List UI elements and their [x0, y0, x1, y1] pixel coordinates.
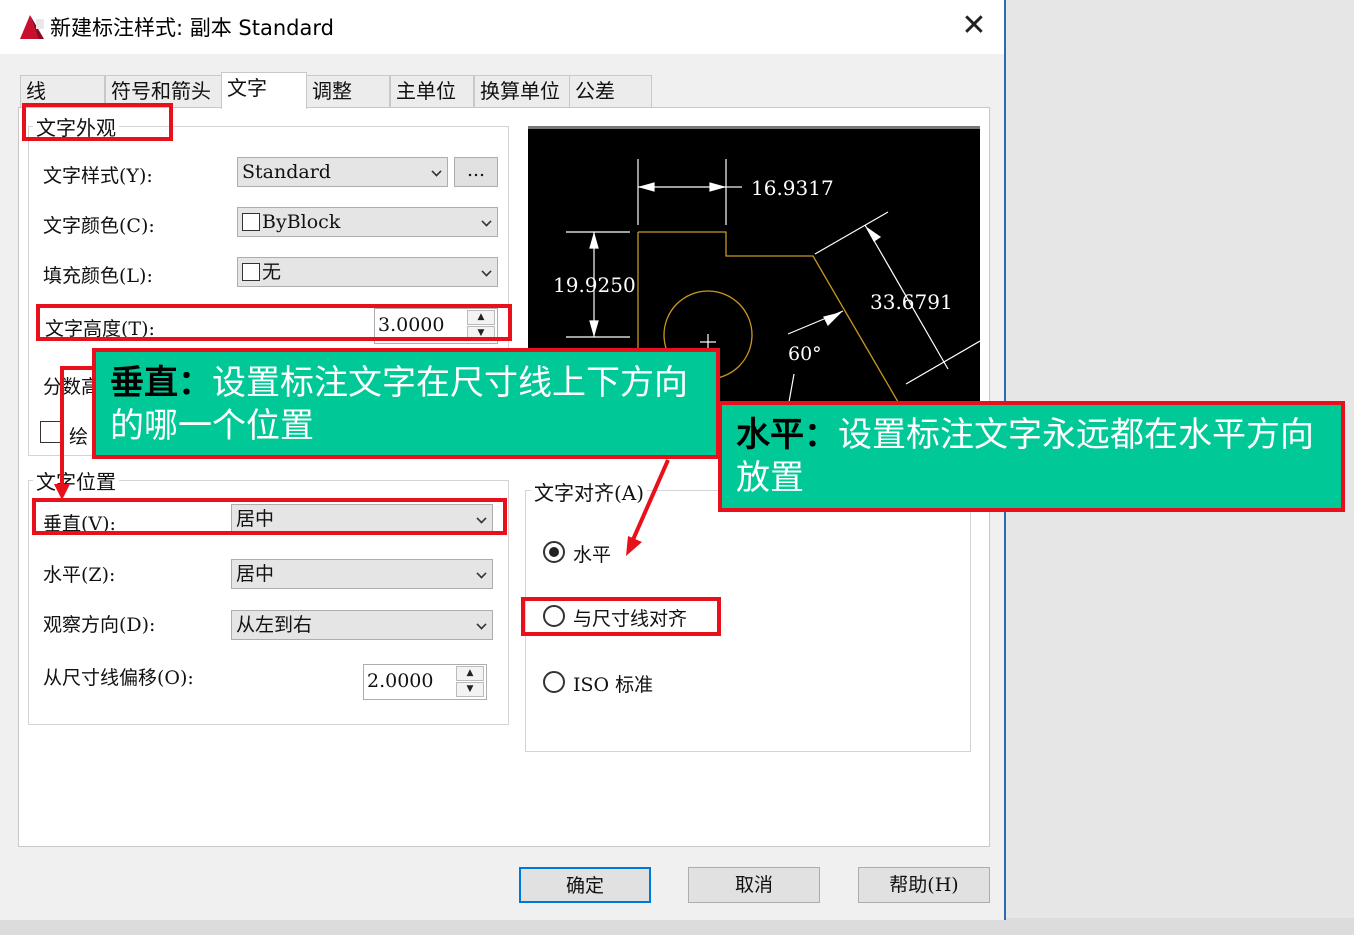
offset-label: 从尺寸线偏移(O):: [43, 667, 194, 689]
spin-down-icon[interactable]: ▼: [456, 682, 484, 697]
vertical-callout-title: 垂直：: [110, 363, 212, 403]
preview-dim-diag: 33.6791: [870, 290, 953, 314]
chevron-down-icon: [431, 166, 442, 177]
fill-color-label: 填充颜色(L):: [43, 265, 153, 287]
tab-text[interactable]: 文字: [221, 72, 307, 109]
help-button[interactable]: 帮助(H): [858, 867, 990, 903]
tab-fit[interactable]: 调整: [306, 75, 390, 108]
text-alignment-title: 文字对齐(A): [531, 477, 648, 506]
text-color-select[interactable]: ByBlock: [237, 207, 498, 237]
text-style-label: 文字样式(Y):: [43, 165, 153, 187]
view-direction-select[interactable]: 从左到右: [231, 610, 493, 640]
vertical-callout: 垂直：设置标注文字在尺寸线上下方向的哪一个位置: [92, 348, 720, 459]
text-color-label: 文字颜色(C):: [43, 215, 155, 237]
color-swatch: [242, 213, 260, 231]
horizontal-select[interactable]: 居中: [231, 559, 493, 589]
align-horizontal-radio[interactable]: [543, 541, 565, 563]
close-icon[interactable]: ✕: [958, 10, 990, 42]
ok-button[interactable]: 确定: [519, 867, 651, 903]
preview-dim-top: 16.9317: [751, 176, 834, 200]
view-direction-label: 观察方向(D):: [43, 614, 156, 636]
cancel-button[interactable]: 取消: [688, 867, 820, 903]
preview-angle: 60°: [788, 343, 822, 365]
tab-primary-units[interactable]: 主单位: [390, 75, 474, 108]
align-horizontal-label: 水平: [573, 544, 612, 566]
chevron-down-icon: [476, 619, 487, 630]
horizontal-callout-title: 水平：: [736, 415, 838, 455]
chevron-down-icon: [481, 266, 492, 277]
taskbar-strip: [0, 918, 1354, 935]
fill-color-select[interactable]: 无: [237, 257, 498, 287]
horizontal-label: 水平(Z):: [43, 564, 116, 586]
tab-tolerances[interactable]: 公差: [569, 75, 652, 108]
highlight-appearance: [22, 103, 173, 141]
horizontal-callout: 水平：设置标注文字永远都在水平方向放置: [718, 401, 1345, 512]
window-title: 新建标注样式: 副本 Standard: [50, 16, 334, 40]
align-iso-label: ISO 标准: [573, 674, 654, 696]
autocad-icon: [20, 15, 44, 39]
text-position-title: 文字位置: [33, 466, 119, 495]
highlight-vertical: [32, 498, 507, 535]
highlight-text-height: [36, 304, 512, 341]
draw-frame-checkbox[interactable]: [40, 421, 62, 443]
text-style-select[interactable]: Standard: [237, 157, 448, 187]
draw-frame-label: 绘: [69, 426, 89, 448]
chevron-down-icon: [476, 568, 487, 579]
tab-alternate-units[interactable]: 换算单位: [474, 75, 570, 108]
align-iso-radio[interactable]: [543, 671, 565, 693]
preview-dim-left: 19.9250: [553, 273, 636, 297]
offset-input[interactable]: 2.0000 ▲ ▼: [363, 664, 487, 700]
highlight-align-dimline: [521, 597, 721, 636]
title-bar: 新建标注样式: 副本 Standard ✕: [0, 0, 1004, 54]
chevron-down-icon: [481, 216, 492, 227]
text-style-browse-button[interactable]: ...: [454, 157, 498, 187]
spin-up-icon[interactable]: ▲: [456, 666, 484, 681]
color-swatch: [242, 263, 260, 281]
